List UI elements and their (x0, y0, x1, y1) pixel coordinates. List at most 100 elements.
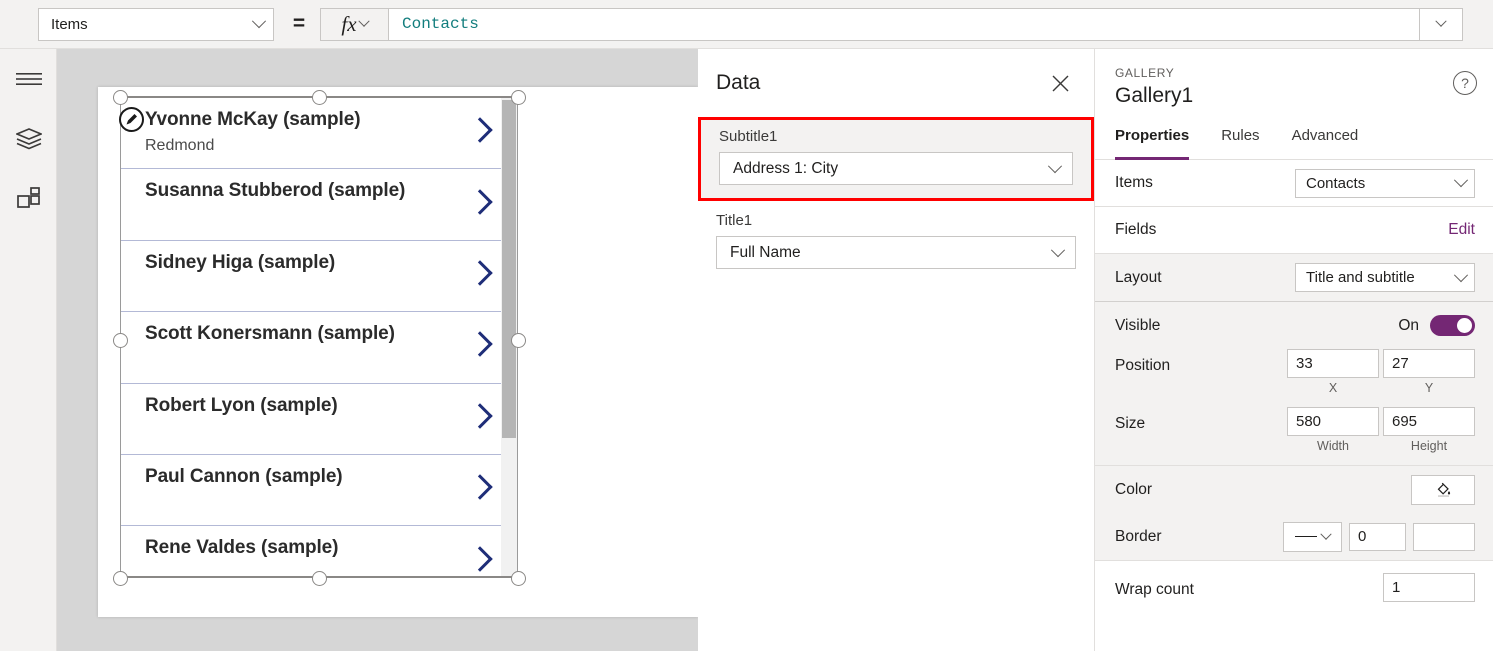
gallery-row[interactable]: Rene Valdes (sample) (121, 526, 501, 576)
data-panel: Data Subtitle1 Address 1: City Title1 Full … (698, 49, 1095, 651)
position-y-caption: Y (1424, 381, 1434, 395)
control-type-label: GALLERY (1115, 66, 1175, 80)
resize-handle-top-right[interactable] (511, 90, 526, 105)
border-controls: 0 (1283, 521, 1475, 552)
data-field-value: Full Name (730, 243, 801, 261)
chevron-down-icon (357, 15, 370, 27)
items-label: Items (1115, 174, 1153, 191)
fx-button[interactable]: fx (320, 7, 389, 41)
data-field-value: Address 1: City (733, 159, 839, 177)
resize-handle-middle-right[interactable] (511, 333, 526, 348)
fields-edit-link[interactable]: Edit (1448, 221, 1475, 239)
gallery-row[interactable]: Susanna Stubberod (sample) (121, 169, 501, 241)
gallery-row[interactable]: Yvonne McKay (sample) Redmond (121, 98, 501, 170)
gallery-row-title: Yvonne McKay (sample) (145, 109, 361, 130)
gallery-row-list: Yvonne McKay (sample) Redmond Susanna Stub… (121, 98, 501, 576)
tab-advanced[interactable]: Advanced (1292, 127, 1359, 159)
gallery-row-title: Robert Lyon (sample) (145, 394, 338, 416)
fill-color-button[interactable] (1411, 474, 1475, 505)
paint-bucket-icon (1437, 482, 1450, 497)
close-icon[interactable] (1044, 67, 1076, 99)
formula-bar: Items = fx Contacts (0, 0, 1493, 49)
app-screen-canvas[interactable]: Yvonne McKay (sample) Redmond Susanna Stub… (98, 87, 698, 617)
border-style-dropdown[interactable] (1283, 521, 1342, 552)
data-field-label: Title1 (716, 212, 753, 229)
property-row-wrap-count: Wrap count 1 (1095, 561, 1493, 619)
help-icon[interactable]: ? (1453, 71, 1477, 95)
property-selector-dropdown[interactable]: Items (38, 7, 274, 41)
property-row-position: Position 33 X 27 Y (1095, 349, 1493, 407)
hamburger-menu-icon[interactable] (0, 49, 57, 109)
gallery-row-title: Susanna Stubberod (sample) (145, 180, 406, 202)
tree-view-icon[interactable] (0, 109, 57, 169)
data-panel-fields: Subtitle1 Address 1: City Title1 Full Name (698, 117, 1094, 285)
insert-icon[interactable] (0, 169, 57, 229)
visible-state-label: On (1398, 316, 1419, 334)
border-thickness-input[interactable]: 0 (1349, 522, 1406, 551)
data-panel-header: Data (698, 49, 1094, 117)
position-x-input[interactable]: 33 (1287, 349, 1379, 378)
wrap-count-label: Wrap count (1115, 581, 1194, 598)
size-height-input[interactable]: 695 (1383, 407, 1475, 436)
resize-handle-top-center[interactable] (312, 90, 327, 105)
equals-sign: = (292, 12, 306, 35)
data-field-label: Subtitle1 (719, 128, 778, 145)
gallery-row[interactable]: Scott Konersmann (sample) (121, 312, 501, 384)
data-field-dropdown[interactable]: Address 1: City (719, 152, 1073, 185)
properties-panel: GALLERY Gallery1 ? Properties Rules Adva… (1095, 49, 1493, 651)
data-field-dropdown[interactable]: Full Name (716, 236, 1076, 269)
gallery-row-title: Paul Cannon (sample) (145, 465, 343, 487)
border-label: Border (1115, 527, 1162, 545)
size-height-caption: Height (1410, 439, 1448, 453)
color-label: Color (1115, 480, 1153, 498)
power-apps-studio: Items = fx Contacts Yvonne McKay (sample… (0, 0, 1493, 651)
property-row-fields: Fields Edit (1095, 207, 1493, 254)
property-selector-value: Items (51, 15, 88, 33)
canvas-area: Yvonne McKay (sample) Redmond Susanna Stub… (57, 49, 698, 651)
property-row-size: Size 580 Width 695 Height (1095, 407, 1493, 465)
gallery-row[interactable]: Robert Lyon (sample) (121, 384, 501, 455)
items-dropdown[interactable]: Contacts (1295, 168, 1475, 198)
position-x-caption: X (1328, 381, 1338, 395)
chevron-down-icon (1050, 242, 1066, 257)
data-field-group: Title1 Full Name (698, 201, 1094, 285)
resize-handle-bottom-left[interactable] (113, 571, 128, 586)
chevron-down-icon (251, 14, 267, 29)
resize-handle-middle-left[interactable] (113, 333, 128, 348)
items-value: Contacts (1306, 174, 1366, 192)
border-color-swatch[interactable] (1413, 522, 1475, 551)
visible-label: Visible (1115, 316, 1161, 334)
tab-properties[interactable]: Properties (1115, 127, 1190, 160)
visible-toggle[interactable] (1430, 315, 1475, 336)
resize-handle-bottom-center[interactable] (312, 571, 327, 586)
gallery-row[interactable]: Sidney Higa (sample) (121, 241, 501, 313)
formula-input[interactable]: Contacts (389, 7, 1420, 41)
formula-expand-button[interactable] (1420, 7, 1463, 41)
gallery-row-subtitle: Redmond (145, 137, 215, 154)
gallery-scrollbar-thumb[interactable] (502, 100, 516, 438)
wrap-count-input[interactable]: 1 (1383, 573, 1475, 602)
size-width-input[interactable]: 580 (1287, 407, 1379, 436)
layout-dropdown[interactable]: Title and subtitle (1295, 263, 1475, 292)
resize-handle-bottom-right[interactable] (511, 571, 526, 586)
chevron-down-icon (1453, 173, 1469, 188)
property-row-items: Items Contacts (1095, 160, 1493, 207)
gallery-row-title: Sidney Higa (sample) (145, 251, 336, 273)
gallery-control[interactable]: Yvonne McKay (sample) Redmond Susanna Stub… (120, 97, 518, 577)
tab-rules[interactable]: Rules (1221, 127, 1259, 159)
gallery-row-title: Rene Valdes (sample) (145, 537, 339, 559)
wrap-count-cell: 1 (1383, 573, 1475, 602)
property-row-border: Border 0 (1095, 513, 1493, 560)
resize-handle-top-left[interactable] (113, 90, 128, 105)
position-y-input[interactable]: 27 (1383, 349, 1475, 378)
control-name-label: Gallery1 (1115, 84, 1194, 107)
fx-icon: fx (341, 11, 357, 36)
gallery-row[interactable]: Paul Cannon (sample) (121, 455, 501, 527)
size-height-cell: 695 Height (1383, 407, 1475, 453)
chevron-down-icon (1320, 528, 1332, 540)
chevron-down-icon (1435, 15, 1447, 27)
fields-label: Fields (1115, 221, 1157, 238)
color-border-group: Color Border 0 (1095, 466, 1493, 561)
data-panel-title: Data (716, 71, 761, 94)
edit-pencil-icon[interactable] (119, 107, 144, 132)
